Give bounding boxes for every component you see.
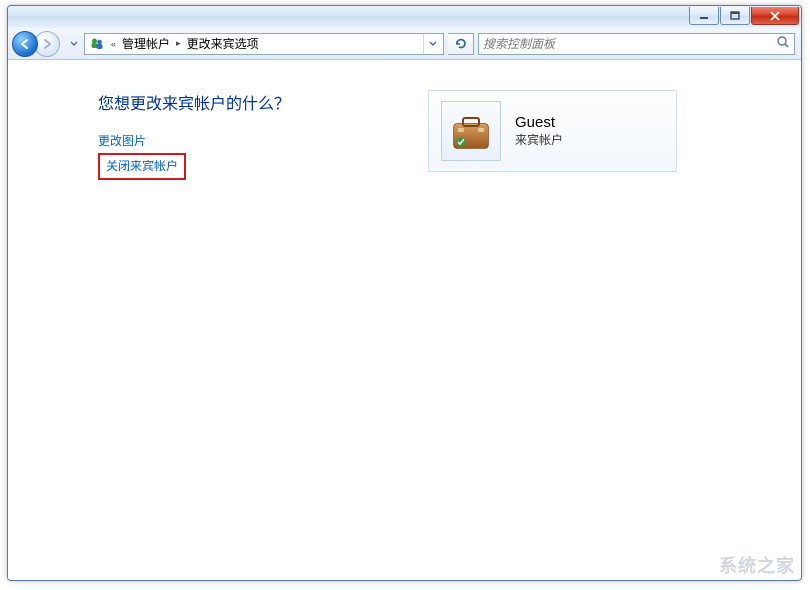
control-panel-window: « 管理帐户 ▸ 更改来宾选项 搜索控制面板 您想更改来宾帐户的什么？	[7, 5, 802, 581]
account-card[interactable]: Guest 来宾帐户	[428, 90, 677, 172]
left-column: 您想更改来宾帐户的什么？ 更改图片 关闭来宾帐户	[98, 90, 388, 180]
maximize-icon	[730, 11, 740, 20]
search-box[interactable]: 搜索控制面板	[478, 33, 795, 55]
page-content: 您想更改来宾帐户的什么？ 更改图片 关闭来宾帐户	[8, 60, 801, 580]
nav-buttons	[12, 30, 64, 58]
window-titlebar	[8, 6, 801, 28]
close-icon	[769, 11, 781, 21]
chevron-down-icon	[70, 41, 78, 47]
breadcrumb-prefix: «	[111, 39, 116, 49]
user-accounts-icon	[89, 36, 105, 52]
guest-suitcase-icon	[446, 106, 496, 156]
minimize-icon	[699, 12, 709, 20]
breadcrumb-bar[interactable]: « 管理帐户 ▸ 更改来宾选项	[84, 33, 444, 55]
avatar	[441, 101, 501, 161]
close-button[interactable]	[751, 7, 799, 25]
account-info: Guest 来宾帐户	[515, 114, 563, 148]
account-type: 来宾帐户	[515, 131, 563, 148]
search-icon	[776, 35, 790, 52]
maximize-button[interactable]	[720, 7, 750, 25]
chevron-down-icon	[429, 41, 437, 47]
chevron-right-icon: ▸	[176, 38, 181, 49]
search-placeholder: 搜索控制面板	[483, 35, 772, 52]
highlight-annotation: 关闭来宾帐户	[98, 153, 186, 180]
breadcrumb-segment[interactable]: 更改来宾选项	[187, 35, 259, 52]
back-button[interactable]	[12, 31, 38, 57]
nav-history-dropdown[interactable]	[68, 31, 80, 57]
refresh-icon	[454, 37, 468, 51]
arrow-left-icon	[18, 37, 32, 51]
account-name: Guest	[515, 114, 563, 131]
disable-guest-link[interactable]: 关闭来宾帐户	[106, 157, 178, 176]
navigation-bar: « 管理帐户 ▸ 更改来宾选项 搜索控制面板	[8, 28, 801, 60]
breadcrumb-dropdown[interactable]	[423, 34, 441, 54]
arrow-right-icon	[40, 37, 54, 51]
refresh-button[interactable]	[448, 33, 474, 55]
change-picture-link[interactable]: 更改图片	[98, 132, 146, 151]
minimize-button[interactable]	[689, 7, 719, 25]
breadcrumb: « 管理帐户 ▸ 更改来宾选项	[111, 35, 417, 52]
breadcrumb-segment[interactable]: 管理帐户	[122, 35, 170, 52]
page-heading: 您想更改来宾帐户的什么？	[98, 90, 388, 114]
